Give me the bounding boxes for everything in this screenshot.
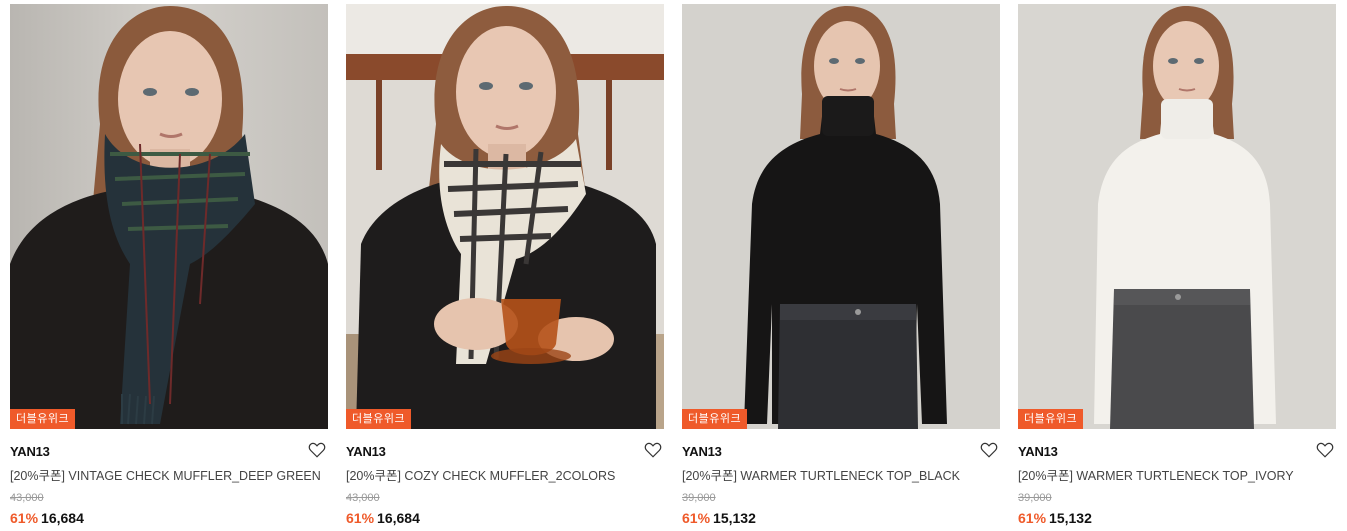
product-image[interactable]: 더블유위크: [10, 4, 328, 429]
price-row: 61% 15,132: [682, 509, 1000, 527]
event-badge: 더블유위크: [346, 409, 412, 429]
brand-row: YAN13: [346, 441, 664, 465]
product-title[interactable]: [20%쿠폰] WARMER TURTLENECK TOP_BLACK: [682, 467, 1000, 485]
event-badge: 더블유위크: [10, 409, 76, 429]
product-card[interactable]: 더블유위크 YAN13 [20%쿠폰] WARMER TURTLENECK TO…: [1018, 4, 1336, 531]
original-price: 39,000: [1018, 492, 1052, 504]
product-card[interactable]: 더블유위크 YAN13 [20%쿠폰] VINTAGE CHECK MUFFLE…: [10, 4, 328, 531]
price-row: 61% 15,132: [1018, 509, 1336, 527]
brand-name[interactable]: YAN13: [682, 444, 722, 459]
sale-price: 15,132: [1049, 510, 1092, 526]
sale-price: 16,684: [377, 510, 420, 526]
heart-outline-icon[interactable]: [308, 441, 326, 459]
product-grid: 더블유위크 YAN13 [20%쿠폰] VINTAGE CHECK MUFFLE…: [0, 0, 1347, 531]
price-row: 61% 16,684: [346, 509, 664, 527]
sale-price: 16,684: [41, 510, 84, 526]
product-title[interactable]: [20%쿠폰] VINTAGE CHECK MUFFLER_DEEP GREEN: [10, 467, 328, 485]
brand-name[interactable]: YAN13: [346, 444, 386, 459]
heart-outline-icon[interactable]: [980, 441, 998, 459]
brand-row: YAN13: [1018, 441, 1336, 465]
discount-rate: 61%: [10, 510, 39, 526]
brand-name[interactable]: YAN13: [1018, 444, 1058, 459]
brand-row: YAN13: [682, 441, 1000, 465]
product-title[interactable]: [20%쿠폰] COZY CHECK MUFFLER_2COLORS: [346, 467, 664, 485]
heart-outline-icon[interactable]: [644, 441, 662, 459]
original-price: 39,000: [682, 492, 716, 504]
price-row: 61% 16,684: [10, 509, 328, 527]
sale-price: 15,132: [713, 510, 756, 526]
product-card[interactable]: 더블유위크 YAN13 [20%쿠폰] WARMER TURTLENECK TO…: [682, 4, 1000, 531]
product-image[interactable]: 더블유위크: [346, 4, 664, 429]
product-image[interactable]: 더블유위크: [1018, 4, 1336, 429]
product-image[interactable]: 더블유위크: [682, 4, 1000, 429]
discount-rate: 61%: [682, 510, 711, 526]
discount-rate: 61%: [1018, 510, 1047, 526]
original-price: 43,000: [346, 492, 380, 504]
discount-rate: 61%: [346, 510, 375, 526]
brand-name[interactable]: YAN13: [10, 444, 50, 459]
product-card[interactable]: 더블유위크 YAN13 [20%쿠폰] COZY CHECK MUFFLER_2…: [346, 4, 664, 531]
heart-outline-icon[interactable]: [1316, 441, 1334, 459]
product-title[interactable]: [20%쿠폰] WARMER TURTLENECK TOP_IVORY: [1018, 467, 1336, 485]
event-badge: 더블유위크: [682, 409, 748, 429]
original-price: 43,000: [10, 492, 44, 504]
event-badge: 더블유위크: [1018, 409, 1084, 429]
brand-row: YAN13: [10, 441, 328, 465]
